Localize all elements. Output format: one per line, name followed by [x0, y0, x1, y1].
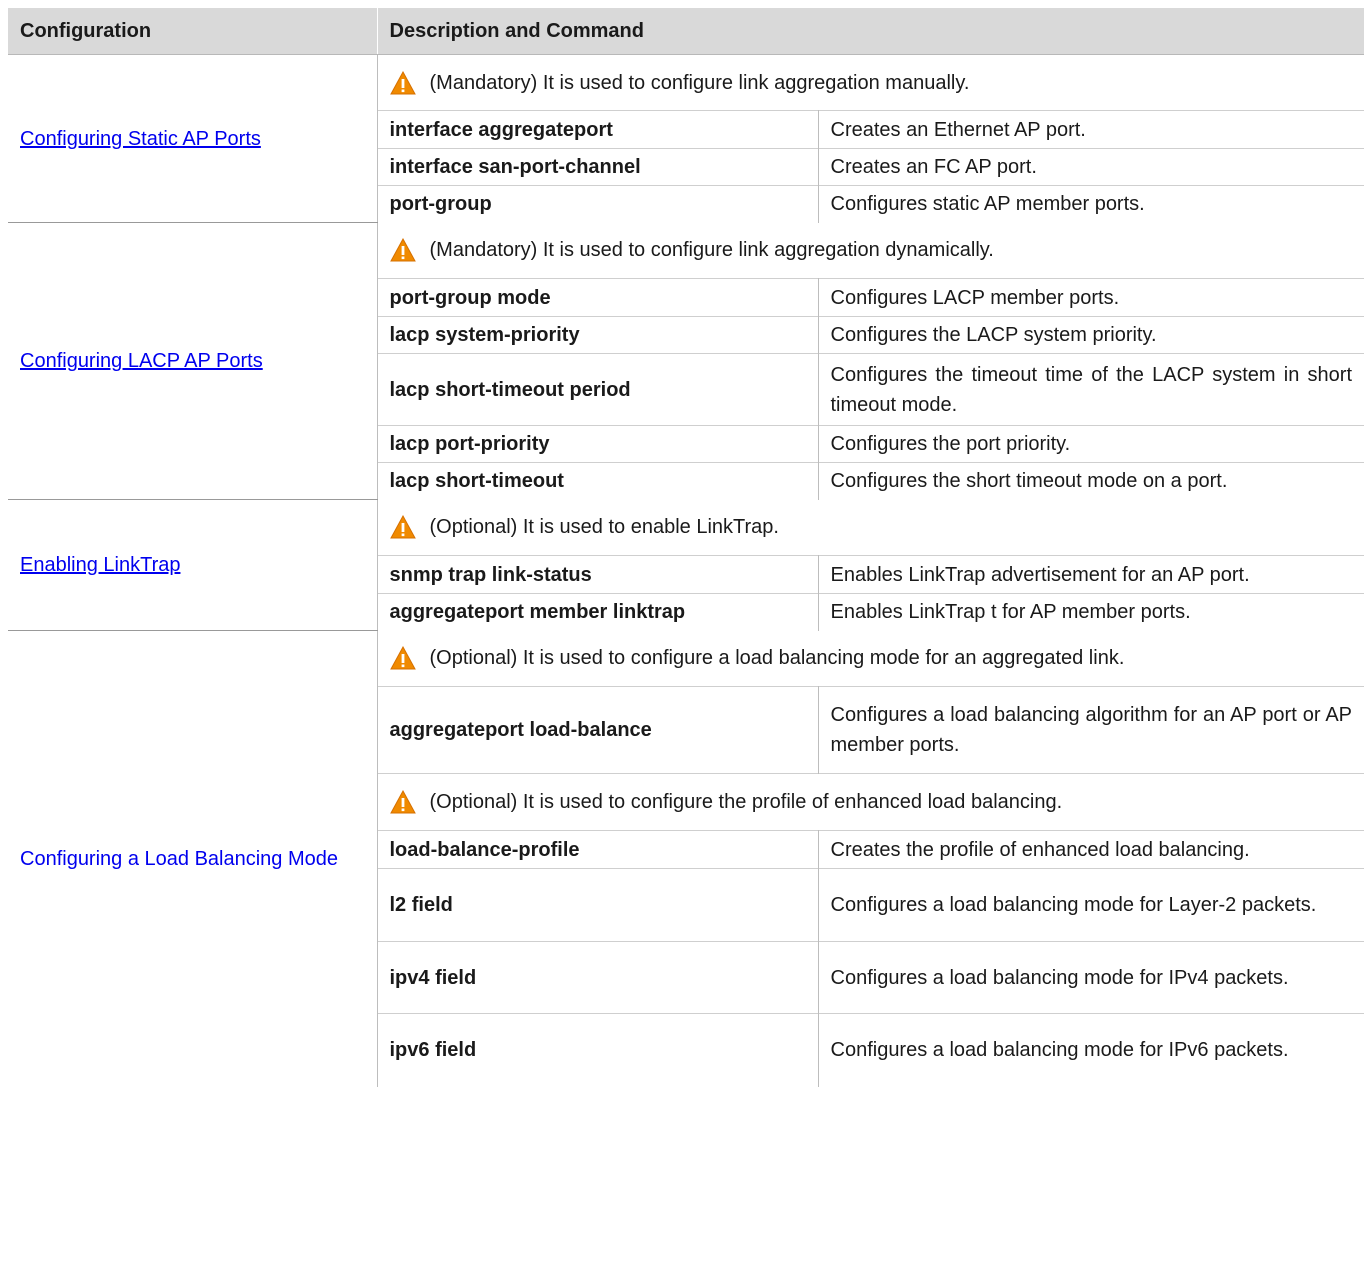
description-cell: Configures a load balancing mode for IPv… — [818, 941, 1364, 1014]
description-cell: Creates an Ethernet AP port. — [818, 110, 1364, 149]
link-enabling-linktrap[interactable]: Enabling LinkTrap — [20, 554, 180, 576]
note-text: (Optional) It is used to configure a loa… — [429, 647, 1125, 670]
description-cell: Enables LinkTrap advertisement for an AP… — [818, 555, 1364, 594]
command-cell: port-group mode — [377, 278, 819, 317]
command-cell: ipv4 field — [377, 941, 819, 1014]
table-row: Configuring LACP AP Ports (Mandatory) It… — [8, 222, 1364, 500]
config-cell-load-balancing: Configuring a Load Balancing Mode — [8, 630, 378, 1087]
description-cell: Configures a load balancing algorithm fo… — [818, 686, 1364, 774]
link-configuring-static-ap-ports[interactable]: Configuring Static AP Ports — [20, 128, 261, 150]
table-header-row: Configuration Description and Command — [8, 8, 1364, 55]
link-configuring-load-balancing-mode[interactable]: Configuring a Load Balancing Mode — [20, 848, 350, 870]
command-cell: aggregateport load-balance — [377, 686, 819, 774]
note-text: (Mandatory) It is used to configure link… — [429, 71, 970, 94]
table-row: Configuring Static AP Ports (Mandatory) … — [8, 54, 1364, 223]
command-cell: port-group — [377, 185, 819, 223]
description-cell: Configures the short timeout mode on a p… — [818, 462, 1364, 500]
description-cell: Configures the port priority. — [818, 425, 1364, 463]
header-description: Description and Command — [377, 8, 1364, 55]
config-table-container: Configuration Description and Command Co… — [8, 8, 1364, 1087]
command-cell: interface aggregateport — [377, 110, 819, 149]
command-cell: ipv6 field — [377, 1013, 819, 1087]
description-cell: Configures the timeout time of the LACP … — [818, 353, 1364, 426]
configuration-table: Configuration Description and Command Co… — [8, 8, 1364, 1087]
warning-triangle-icon — [389, 238, 416, 262]
warning-triangle-icon — [389, 70, 416, 94]
note-text: (Mandatory) It is used to configure link… — [429, 239, 994, 262]
description-cell: Creates the profile of enhanced load bal… — [818, 830, 1364, 869]
command-cell: l2 field — [377, 868, 819, 942]
table-row: Enabling LinkTrap (Optional) It is used … — [8, 499, 1364, 631]
note-row: (Optional) It is used to enable LinkTrap… — [377, 499, 1364, 556]
note-row: (Mandatory) It is used to configure link… — [377, 222, 1364, 279]
description-cell: Enables LinkTrap t for AP member ports. — [818, 593, 1364, 631]
header-configuration: Configuration — [8, 8, 378, 55]
command-cell: lacp system-priority — [377, 316, 819, 354]
command-cell: load-balance-profile — [377, 830, 819, 869]
table-row: Configuring a Load Balancing Mode (Optio… — [8, 630, 1364, 1087]
config-cell-static-ap: Configuring Static AP Ports — [8, 54, 378, 223]
config-cell-lacp-ap: Configuring LACP AP Ports — [8, 222, 378, 500]
command-cell: aggregateport member linktrap — [377, 593, 819, 631]
command-cell: snmp trap link-status — [377, 555, 819, 594]
description-cell: Configures a load balancing mode for Lay… — [818, 868, 1364, 942]
command-cell: lacp short-timeout — [377, 462, 819, 500]
description-cell: Configures the LACP system priority. — [818, 316, 1364, 354]
link-configuring-lacp-ap-ports[interactable]: Configuring LACP AP Ports — [20, 350, 263, 372]
config-cell-linktrap: Enabling LinkTrap — [8, 499, 378, 631]
command-cell: lacp port-priority — [377, 425, 819, 463]
command-cell: lacp short-timeout period — [377, 353, 819, 426]
link-text: Configuring a Load Balancing Mode — [20, 847, 338, 870]
note-text: (Optional) It is used to enable LinkTrap… — [429, 516, 779, 539]
note-text: (Optional) It is used to configure the p… — [429, 791, 1063, 813]
note-row: (Mandatory) It is used to configure link… — [377, 54, 1364, 111]
description-cell: Configures LACP member ports. — [818, 278, 1364, 317]
command-cell: interface san-port-channel — [377, 148, 819, 186]
description-cell: Configures static AP member ports. — [818, 185, 1364, 223]
warning-triangle-icon — [389, 515, 416, 539]
note-row: (Optional) It is used to configure the p… — [377, 773, 1364, 831]
description-cell: Configures a load balancing mode for IPv… — [818, 1013, 1364, 1087]
warning-triangle-icon — [389, 790, 416, 814]
warning-triangle-icon — [389, 646, 416, 670]
note-row: (Optional) It is used to configure a loa… — [377, 630, 1364, 687]
description-cell: Creates an FC AP port. — [818, 148, 1364, 186]
